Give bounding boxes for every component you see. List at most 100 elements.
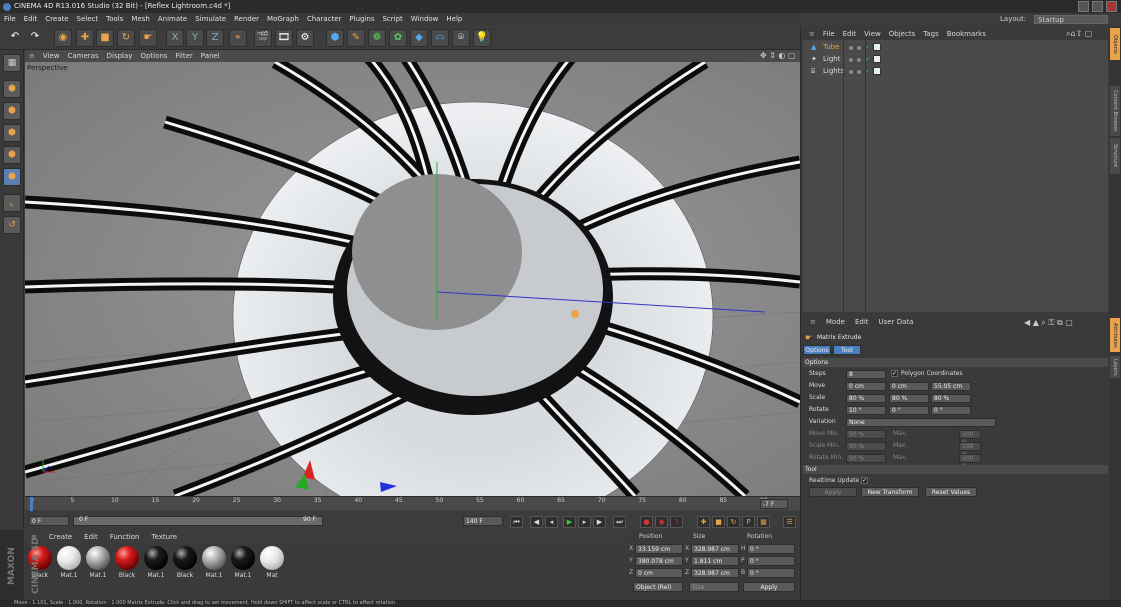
polygons-mode-icon[interactable]: ⬢: [3, 168, 21, 186]
key-rotation-icon[interactable]: ↻: [727, 516, 740, 528]
material-swatch[interactable]: Mat.1: [85, 546, 111, 582]
viewport-menu-display[interactable]: Display: [103, 50, 137, 62]
menu-create[interactable]: Create: [41, 13, 72, 26]
render-view-icon[interactable]: 🎬: [254, 29, 272, 47]
coord-position-field[interactable]: 33.159 cm: [635, 544, 683, 554]
object-name[interactable]: Lights: [823, 66, 844, 77]
key-scale-icon[interactable]: ■: [712, 516, 725, 528]
side-tab-content-browser[interactable]: Content Browser: [1110, 86, 1120, 136]
coord-size-field[interactable]: 328.987 cm: [691, 568, 739, 578]
points-mode-icon[interactable]: ⬢: [3, 146, 21, 164]
array-object-icon[interactable]: ✿: [389, 29, 407, 47]
viewport-menu-filter[interactable]: Filter: [171, 50, 196, 62]
tab-tool[interactable]: Tool: [833, 345, 861, 355]
material-swatch[interactable]: Mat.1: [143, 546, 169, 582]
z-axis-lock-icon[interactable]: Z: [206, 29, 224, 47]
play-icon[interactable]: ▶: [563, 516, 576, 528]
rotate-max-field[interactable]: 100 %: [959, 454, 981, 470]
render-settings-icon[interactable]: ⚙: [296, 29, 314, 47]
key-param-icon[interactable]: P: [742, 516, 755, 528]
steps-field[interactable]: 8: [846, 370, 886, 379]
next-frame-icon[interactable]: ▸: [578, 516, 591, 528]
menu-script[interactable]: Script: [378, 13, 406, 26]
move-y-field[interactable]: 0 cm: [889, 382, 929, 391]
layout-dropdown[interactable]: Startup: [1034, 15, 1108, 24]
record-icon[interactable]: ●: [640, 516, 653, 528]
rotate-min-field[interactable]: 50 %: [846, 454, 886, 463]
subdivision-surface-icon[interactable]: ❁: [368, 29, 386, 47]
frame-range-slider[interactable]: [73, 516, 323, 526]
polygon-coords-checkbox[interactable]: ✓: [891, 370, 898, 377]
next-key-icon[interactable]: ▶: [593, 516, 606, 528]
live-selection-icon[interactable]: ◉: [54, 29, 72, 47]
material-swatch[interactable]: Mat.1: [56, 546, 82, 582]
spline-pen-icon[interactable]: ✎: [347, 29, 365, 47]
keyframe-help-icon[interactable]: ?: [670, 516, 683, 528]
timeline-menu-icon[interactable]: ☰: [783, 516, 796, 528]
apply-button[interactable]: Apply: [809, 487, 857, 497]
material-menu-create[interactable]: Create: [43, 532, 78, 543]
key-position-icon[interactable]: ✚: [697, 516, 710, 528]
prev-frame-icon[interactable]: ◂: [545, 516, 558, 528]
object-name[interactable]: Light: [823, 54, 840, 65]
camera-icon[interactable]: ⌾: [452, 29, 470, 47]
timeline-ruler[interactable]: 051015202530354045505560657075808590: [25, 496, 800, 511]
scale-tool-icon[interactable]: ■: [96, 29, 114, 47]
viewport-menu-options[interactable]: Options: [136, 50, 171, 62]
material-swatch[interactable]: Mat: [259, 546, 285, 582]
maximize-button[interactable]: [1092, 1, 1103, 12]
viewport-menu-panel[interactable]: Panel: [197, 50, 224, 62]
object-menu-tags[interactable]: Tags: [919, 28, 943, 40]
menu-simulate[interactable]: Simulate: [191, 13, 230, 26]
scale-z-field[interactable]: 80 %: [931, 394, 971, 403]
texture-mode-icon[interactable]: ⬢: [3, 102, 21, 120]
autokey-icon[interactable]: ◉: [655, 516, 668, 528]
object-row-light[interactable]: ✦ Light ✓: [807, 54, 1107, 65]
coord-rotation-field[interactable]: 0 °: [747, 556, 795, 566]
side-tab-structure[interactable]: Structure: [1110, 138, 1120, 174]
recent-tool-icon[interactable]: ☛: [139, 29, 157, 47]
timeline-playhead[interactable]: [30, 497, 33, 511]
3d-viewport[interactable]: Perspective: [25, 62, 800, 496]
rotate-p-field[interactable]: 0 °: [889, 406, 929, 415]
visibility-render-icon[interactable]: [857, 70, 861, 74]
scale-y-field[interactable]: 80 %: [889, 394, 929, 403]
object-menu-objects[interactable]: Objects: [885, 28, 919, 40]
side-tab-objects[interactable]: Objects: [1110, 28, 1120, 60]
coord-size-mode-dropdown[interactable]: Size: [689, 582, 739, 592]
menu-help[interactable]: Help: [442, 13, 466, 26]
object-menu-bookmarks[interactable]: Bookmarks: [943, 28, 990, 40]
side-tab-attributes[interactable]: Attributes: [1110, 318, 1120, 352]
coord-position-field[interactable]: 0 cm: [635, 568, 683, 578]
end-frame-field[interactable]: 140 F: [463, 516, 503, 526]
coord-size-field[interactable]: 328.987 cm: [691, 544, 739, 554]
object-manager-nav-icons[interactable]: ⌕⌂⇧ ▢: [1066, 29, 1092, 39]
menu-mesh[interactable]: Mesh: [127, 13, 153, 26]
scale-max-field[interactable]: 100 %: [959, 442, 981, 458]
reset-values-button[interactable]: Reset Values: [925, 487, 977, 497]
minimize-button[interactable]: [1078, 1, 1089, 12]
attribute-nav-icons[interactable]: ◀ ▲ ⌕ ⚿ ⧉ ▢: [1024, 318, 1073, 328]
object-row-tube[interactable]: ▲ Tube ✓: [807, 42, 1107, 53]
material-swatch[interactable]: Mat.1: [230, 546, 256, 582]
scale-x-field[interactable]: 80 %: [846, 394, 886, 403]
menu-animate[interactable]: Animate: [154, 13, 191, 26]
workplane-mode-icon[interactable]: ⬢: [3, 124, 21, 142]
viewport-nav-icons[interactable]: ✥ ⇕ ◐ ▢: [760, 51, 796, 60]
key-pla-icon[interactable]: ▦: [757, 516, 770, 528]
move-z-field[interactable]: 55.05 cm: [931, 382, 971, 391]
new-transform-button[interactable]: New Transform: [861, 487, 919, 497]
timeline-end-field[interactable]: -7 F: [760, 499, 788, 509]
cube-primitive-icon[interactable]: ⬢: [326, 29, 344, 47]
floor-object-icon[interactable]: ▭: [431, 29, 449, 47]
menu-plugins[interactable]: Plugins: [345, 13, 378, 26]
y-axis-lock-icon[interactable]: Y: [186, 29, 204, 47]
enable-axis-icon[interactable]: ⌞: [3, 194, 21, 212]
light-bulb-icon[interactable]: 💡: [473, 29, 491, 47]
coordinate-system-icon[interactable]: ⌖: [229, 29, 247, 47]
material-swatch[interactable]: Black: [114, 546, 140, 582]
rotate-tool-icon[interactable]: ↻: [117, 29, 135, 47]
model-mode-icon[interactable]: ⬢: [3, 80, 21, 98]
object-menu-edit[interactable]: Edit: [839, 28, 861, 40]
side-tab-layers[interactable]: Layers: [1110, 356, 1120, 378]
